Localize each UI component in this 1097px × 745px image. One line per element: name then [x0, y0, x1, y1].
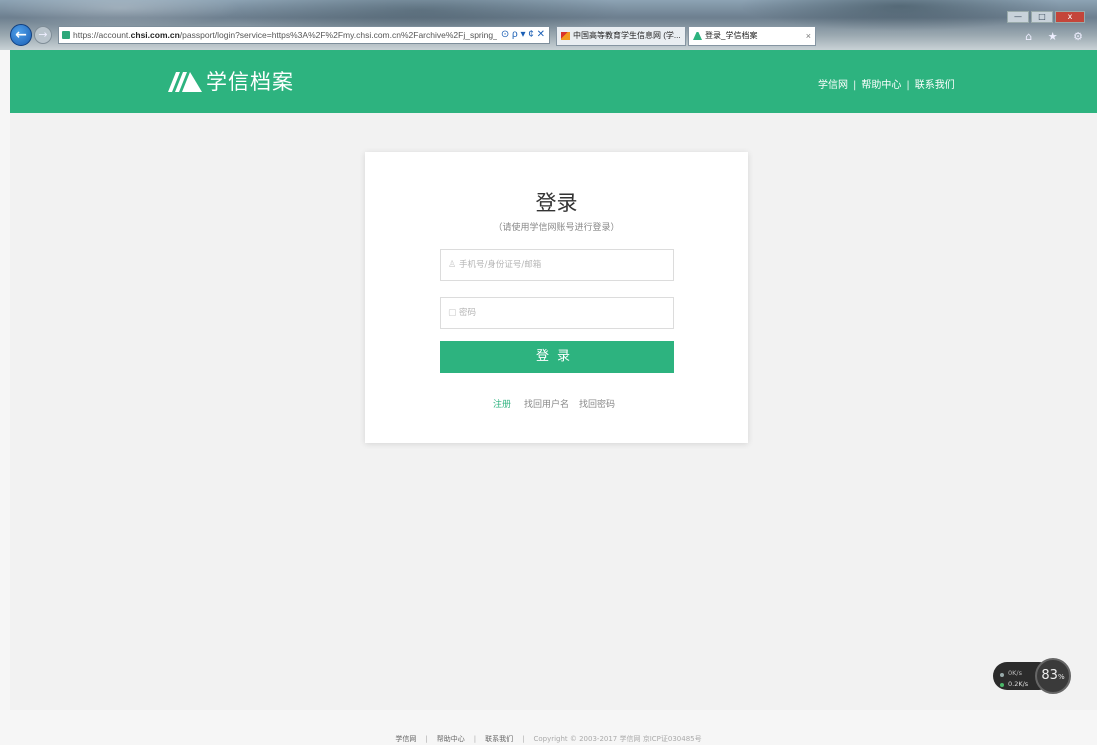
tab-chsi[interactable]: 中国高等教育学生信息网 (学...: [556, 26, 686, 46]
speed-percent-value: 83: [1041, 668, 1058, 683]
header-link-chsi[interactable]: 学信网: [818, 80, 848, 91]
download-icon: [1000, 683, 1004, 687]
header-links: 学信网 | 帮助中心 | 联系我们: [818, 76, 955, 91]
address-url-prefix: https://account.: [73, 30, 131, 40]
username-input[interactable]: [459, 250, 669, 280]
download-speed: 0.2K/s: [1008, 680, 1029, 688]
login-card: 登录 （请使用学信网账号进行登录） ♙ ▢ 登录 注册 找回用户名找回密码: [365, 152, 748, 443]
lock-icon: ▢: [448, 308, 457, 318]
find-password-link[interactable]: 找回密码: [579, 400, 615, 410]
login-title: 登录: [535, 191, 578, 215]
footer-copyright: Copyright © 2003-2017 学信网 京ICP证030485号: [533, 735, 702, 743]
network-speed-widget[interactable]: 0K/s 0.2K/s 83%: [993, 658, 1072, 694]
password-field[interactable]: ▢: [440, 297, 674, 329]
register-link[interactable]: 注册: [493, 400, 511, 410]
minimize-icon[interactable]: —: [1007, 11, 1029, 23]
tab-label: 中国高等教育学生信息网 (学...: [573, 31, 681, 40]
site-header: 学信档案 学信网 | 帮助中心 | 联系我们: [10, 50, 1097, 113]
tab-login[interactable]: 登录_学信档案 ×: [688, 26, 816, 46]
maximize-icon[interactable]: □: [1031, 11, 1053, 23]
link-separator: |: [853, 80, 857, 91]
password-input[interactable]: [459, 298, 669, 328]
login-button[interactable]: 登录: [440, 341, 674, 373]
browser-chrome: ← → https://account.chsi.com.cn/passport…: [0, 0, 1097, 50]
logo-icon: [168, 72, 202, 92]
footer-link-help[interactable]: 帮助中心: [437, 735, 465, 743]
header-link-help[interactable]: 帮助中心: [861, 80, 901, 91]
footer-separator: |: [473, 735, 477, 743]
login-subtitle: （请使用学信网账号进行登录）: [493, 223, 620, 233]
close-icon[interactable]: x: [1055, 11, 1085, 23]
login-links: 注册 找回用户名 找回密码: [365, 397, 748, 410]
footer-link-chsi[interactable]: 学信网: [395, 735, 416, 743]
upload-icon: [1000, 673, 1004, 677]
speed-percent: 83%: [1035, 658, 1071, 694]
address-url-domain: chsi.com.cn: [130, 30, 180, 40]
footer-separator: |: [522, 735, 525, 743]
tab-label: 登录_学信档案: [705, 31, 758, 40]
xuexin-favicon-icon: [693, 32, 702, 40]
footer-separator: |: [425, 735, 428, 743]
browser-tools-icon[interactable]: ⌂ ★ ⚙: [1025, 30, 1089, 43]
chsi-favicon-icon: [561, 32, 570, 40]
site-footer: 学信网 | 帮助中心 | 联系我们 | Copyright © 2003-2017 学信网 …: [0, 734, 1097, 744]
upload-speed: 0K/s: [1008, 669, 1022, 677]
logo-text: 学信档案: [206, 70, 294, 94]
back-icon[interactable]: ←: [10, 24, 32, 46]
username-field[interactable]: ♙: [440, 249, 674, 281]
percent-sign: %: [1057, 673, 1065, 681]
site-icon: [62, 31, 70, 39]
user-icon: ♙: [448, 260, 457, 270]
tab-close-icon[interactable]: ×: [806, 27, 811, 45]
address-tools-icon[interactable]: ⊙ ρ ▾ ¢ ✕: [496, 27, 545, 43]
forward-icon[interactable]: →: [34, 26, 52, 44]
address-url-rest: /passport/login?service=https%3A%2F%2Fmy…: [179, 30, 512, 40]
find-username-link[interactable]: 找回用户名: [524, 400, 569, 410]
header-link-contact[interactable]: 联系我们: [915, 80, 955, 91]
address-bar[interactable]: https://account.chsi.com.cn/passport/log…: [58, 26, 550, 44]
window-controls: — □ x: [1005, 4, 1085, 23]
link-separator: |: [906, 80, 910, 91]
footer-link-contact[interactable]: 联系我们: [485, 735, 513, 743]
